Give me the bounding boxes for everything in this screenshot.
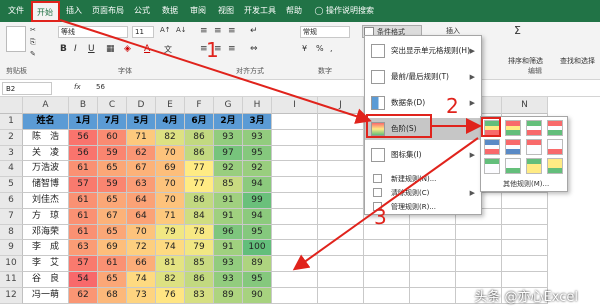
annotation-1: 1	[206, 38, 219, 62]
watermark: 头条 @亦心Excel	[474, 290, 578, 305]
annotation-3: 3	[374, 205, 387, 229]
annotation-2: 2	[446, 94, 459, 118]
arrow-step1	[59, 19, 372, 124]
arrow-step3	[292, 137, 479, 271]
annotation-arrows	[59, 19, 482, 271]
